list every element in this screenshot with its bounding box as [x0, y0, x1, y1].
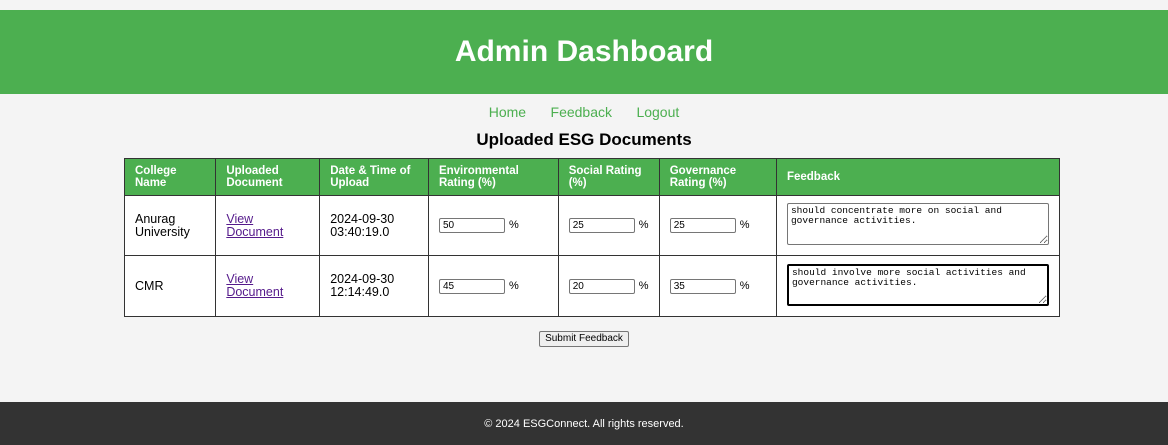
governance-rating-input[interactable]	[669, 218, 736, 233]
social-rating-input[interactable]	[568, 218, 635, 233]
upload-time: 12:14:49.0	[330, 285, 390, 299]
document-cell: View Document	[215, 255, 321, 317]
nav-feedback-link[interactable]: Feedback	[551, 104, 612, 120]
upload-datetime-cell: 2024-09-30 12:14:49.0	[319, 255, 429, 317]
documents-table: College Name Uploaded Document Date & Ti…	[123, 158, 1061, 317]
document-cell: View Document	[215, 195, 321, 256]
main-nav: Home Feedback Logout	[0, 104, 1168, 122]
submit-feedback-button[interactable]: Submit Feedback	[539, 331, 629, 347]
page-title: Admin Dashboard	[454, 35, 714, 68]
environmental-rating-input[interactable]	[438, 218, 505, 233]
header-feedback: Feedback	[775, 158, 1061, 196]
header-uploaded-document: Uploaded Document	[215, 158, 321, 196]
environmental-rating-cell: %	[427, 255, 559, 317]
header-date-time: Date & Time of Upload	[319, 158, 429, 196]
table-row: Anurag University View Document 2024-09-…	[123, 195, 1061, 256]
social-rating-cell: %	[557, 195, 660, 256]
environmental-rating-input[interactable]	[438, 278, 505, 294]
feedback-cell: should concentrate more on social and go…	[775, 195, 1061, 256]
percent-sign: %	[638, 279, 649, 292]
upload-date: 2024-09-30	[330, 211, 395, 226]
college-name-cell: CMR	[123, 255, 217, 317]
percent-sign: %	[638, 219, 649, 231]
feedback-textarea[interactable]: should involve more social activities an…	[786, 263, 1049, 306]
feedback-cell: should involve more social activities an…	[775, 255, 1061, 317]
footer-copyright: © 2024 ESGConnect. All rights reserved.	[484, 417, 684, 430]
social-rating-cell: %	[557, 255, 660, 317]
nav-logout-link[interactable]: Logout	[636, 104, 679, 120]
upload-date: 2024-09-30	[330, 272, 395, 286]
table-header-row: College Name Uploaded Document Date & Ti…	[123, 158, 1061, 196]
percent-sign: %	[508, 279, 519, 292]
percent-sign: %	[739, 219, 750, 231]
section-title: Uploaded ESG Documents	[476, 130, 692, 149]
page-footer: © 2024 ESGConnect. All rights reserved.	[0, 402, 1168, 445]
header-environmental-rating: Environmental Rating (%)	[427, 158, 559, 196]
social-rating-input[interactable]	[568, 278, 635, 294]
governance-rating-cell: %	[658, 255, 777, 317]
percent-sign: %	[739, 279, 750, 292]
table-row: CMR View Document 2024-09-30 12:14:49.0 …	[123, 255, 1061, 317]
header-college-name: College Name	[123, 158, 217, 196]
header-governance-rating: Governance Rating (%)	[658, 158, 777, 196]
environmental-rating-cell: %	[427, 195, 559, 256]
governance-rating-cell: %	[658, 195, 777, 256]
upload-time: 03:40:19.0	[330, 224, 390, 239]
college-name-cell: Anurag University	[123, 195, 217, 256]
top-strip	[0, 0, 1168, 10]
percent-sign: %	[508, 219, 519, 231]
submit-area: Submit Feedback	[0, 328, 1168, 347]
view-document-link[interactable]: View Document	[226, 272, 283, 299]
governance-rating-input[interactable]	[669, 278, 736, 294]
header-social-rating: Social Rating (%)	[557, 158, 660, 196]
view-document-link[interactable]: View Document	[226, 212, 283, 239]
feedback-textarea[interactable]: should concentrate more on social and go…	[786, 203, 1049, 245]
upload-datetime-cell: 2024-09-30 03:40:19.0	[319, 195, 429, 256]
page-header: Admin Dashboard	[0, 10, 1168, 94]
nav-home-link[interactable]: Home	[489, 104, 526, 120]
